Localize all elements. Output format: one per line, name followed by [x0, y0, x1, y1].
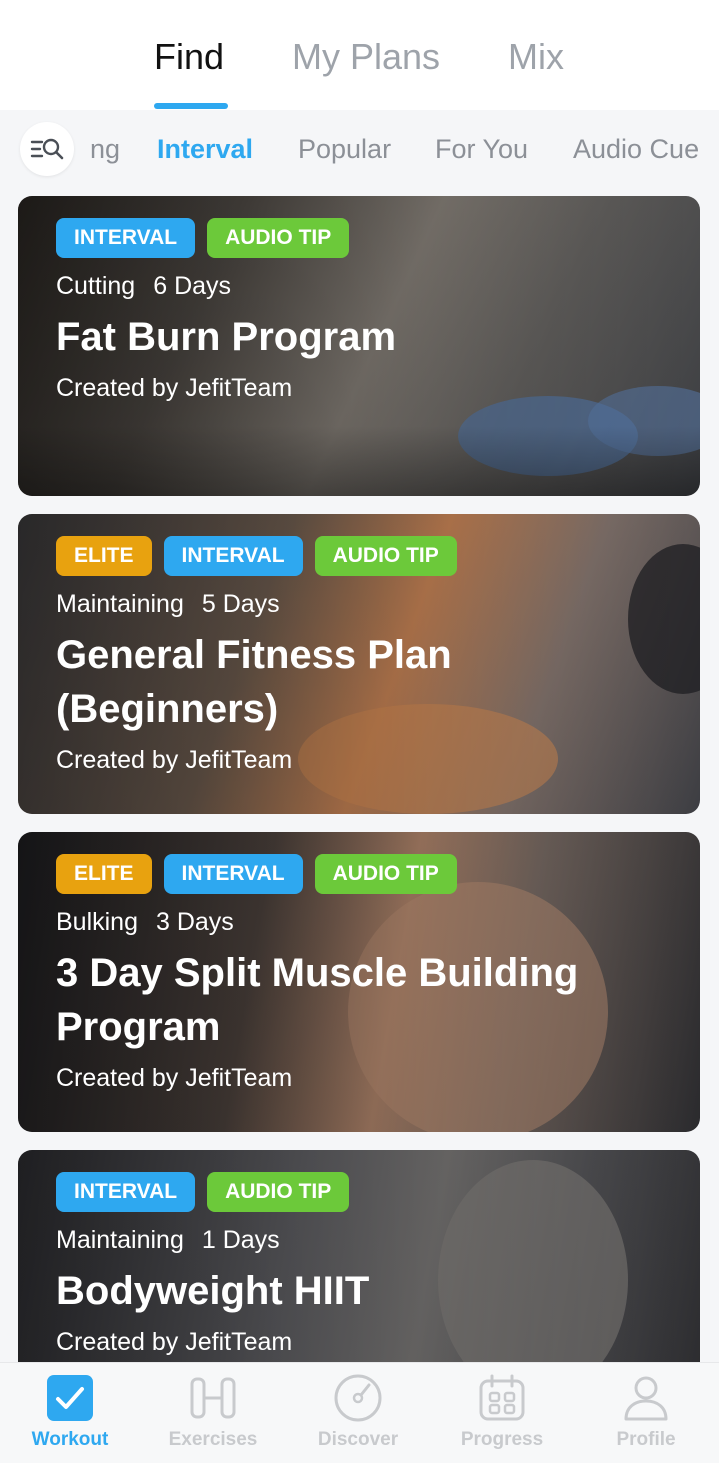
interval-badge: INTERVAL [56, 1172, 196, 1212]
plan-creator: Created by JefitTeam [56, 374, 293, 402]
interval-badge: INTERVAL [56, 218, 196, 258]
tab-mix[interactable]: Mix [508, 36, 564, 78]
dumbbell-icon [190, 1377, 236, 1419]
compass-icon [334, 1374, 382, 1422]
audio-tip-badge: AUDIO TIP [314, 536, 457, 576]
nav-workout[interactable]: Workout [0, 1363, 140, 1463]
plan-duration: 5 Days [201, 590, 280, 618]
person-icon [624, 1376, 668, 1421]
plan-goal: Maintaining [56, 590, 184, 618]
filter-chip-partial[interactable]: ng [90, 134, 120, 165]
bottom-nav-bar: Workout Exercises Discover Progress Prof… [0, 1362, 719, 1463]
tab-my-plans[interactable]: My Plans [292, 36, 440, 78]
plan-goal: Maintaining [56, 1226, 184, 1254]
filter-chip-popular[interactable]: Popular [298, 134, 391, 165]
badge-row: INTERVAL AUDIO TIP [56, 1172, 350, 1212]
search-filter-icon [30, 138, 64, 160]
elite-badge: ELITE [56, 854, 152, 894]
nav-label-exercises: Exercises [168, 1429, 258, 1450]
plan-duration: 6 Days [153, 272, 232, 300]
audio-tip-badge: AUDIO TIP [207, 1172, 350, 1212]
active-tab-indicator [154, 103, 228, 109]
plan-meta: Maintaining 1 Days [56, 1226, 298, 1255]
badge-row: INTERVAL AUDIO TIP [56, 218, 350, 258]
nav-label-profile: Profile [616, 1429, 676, 1450]
nav-label-workout: Workout [31, 1429, 109, 1450]
plan-title: General Fitness Plan (Beginners) [56, 633, 452, 731]
plan-card-fat-burn[interactable]: INTERVAL AUDIO TIP Cutting 6 Days Fat Bur… [18, 196, 700, 496]
plan-creator: Created by JefitTeam [56, 746, 293, 774]
plan-duration: 1 Days [201, 1226, 280, 1254]
checkbox-icon [47, 1375, 93, 1421]
plan-title: Bodyweight HIIT [56, 1269, 370, 1313]
plan-creator: Created by JefitTeam [56, 1328, 293, 1356]
plan-card-general-fitness[interactable]: ELITE INTERVAL AUDIO TIP Maintaining 5 Da… [18, 514, 700, 814]
badge-row: ELITE INTERVAL AUDIO TIP [56, 536, 457, 576]
nav-progress[interactable]: Progress [432, 1363, 572, 1463]
plan-meta: Maintaining 5 Days [56, 590, 298, 619]
plan-meta: Bulking 3 Days [56, 908, 252, 937]
nav-profile[interactable]: Profile [576, 1363, 716, 1463]
filter-chip-for-you[interactable]: For You [435, 134, 528, 165]
elite-badge: ELITE [56, 536, 152, 576]
calendar-icon [479, 1374, 525, 1421]
plan-title: Fat Burn Program [56, 315, 397, 359]
plan-creator: Created by JefitTeam [56, 1064, 293, 1092]
plan-card-3-day-split[interactable]: ELITE INTERVAL AUDIO TIP Bulking 3 Days 3… [18, 832, 700, 1132]
filter-chip-audio-cue[interactable]: Audio Cue [573, 134, 699, 165]
interval-badge: INTERVAL [163, 536, 303, 576]
nav-discover[interactable]: Discover [288, 1363, 428, 1463]
audio-tip-badge: AUDIO TIP [314, 854, 457, 894]
plan-duration: 3 Days [156, 908, 234, 936]
plan-title: 3 Day Split Muscle Building Program [56, 951, 579, 1049]
plan-meta: Cutting 6 Days [56, 272, 249, 301]
audio-tip-badge: AUDIO TIP [207, 218, 350, 258]
nav-label-progress: Progress [460, 1429, 544, 1450]
plan-goal: Bulking [56, 908, 138, 936]
search-filter-button[interactable] [20, 122, 74, 176]
nav-exercises[interactable]: Exercises [143, 1363, 283, 1463]
filter-chip-interval[interactable]: Interval [157, 134, 253, 165]
top-tab-bar: Find My Plans Mix [0, 0, 719, 110]
interval-badge: INTERVAL [163, 854, 303, 894]
filter-chip-row[interactable]: ng Interval Popular For You Audio Cue [0, 110, 719, 192]
plan-goal: Cutting [56, 272, 136, 300]
tab-find[interactable]: Find [154, 36, 224, 78]
nav-label-discover: Discover [317, 1429, 399, 1450]
plan-card-bodyweight-hiit[interactable]: INTERVAL AUDIO TIP Maintaining 1 Days Bod… [18, 1150, 700, 1362]
badge-row: ELITE INTERVAL AUDIO TIP [56, 854, 457, 894]
